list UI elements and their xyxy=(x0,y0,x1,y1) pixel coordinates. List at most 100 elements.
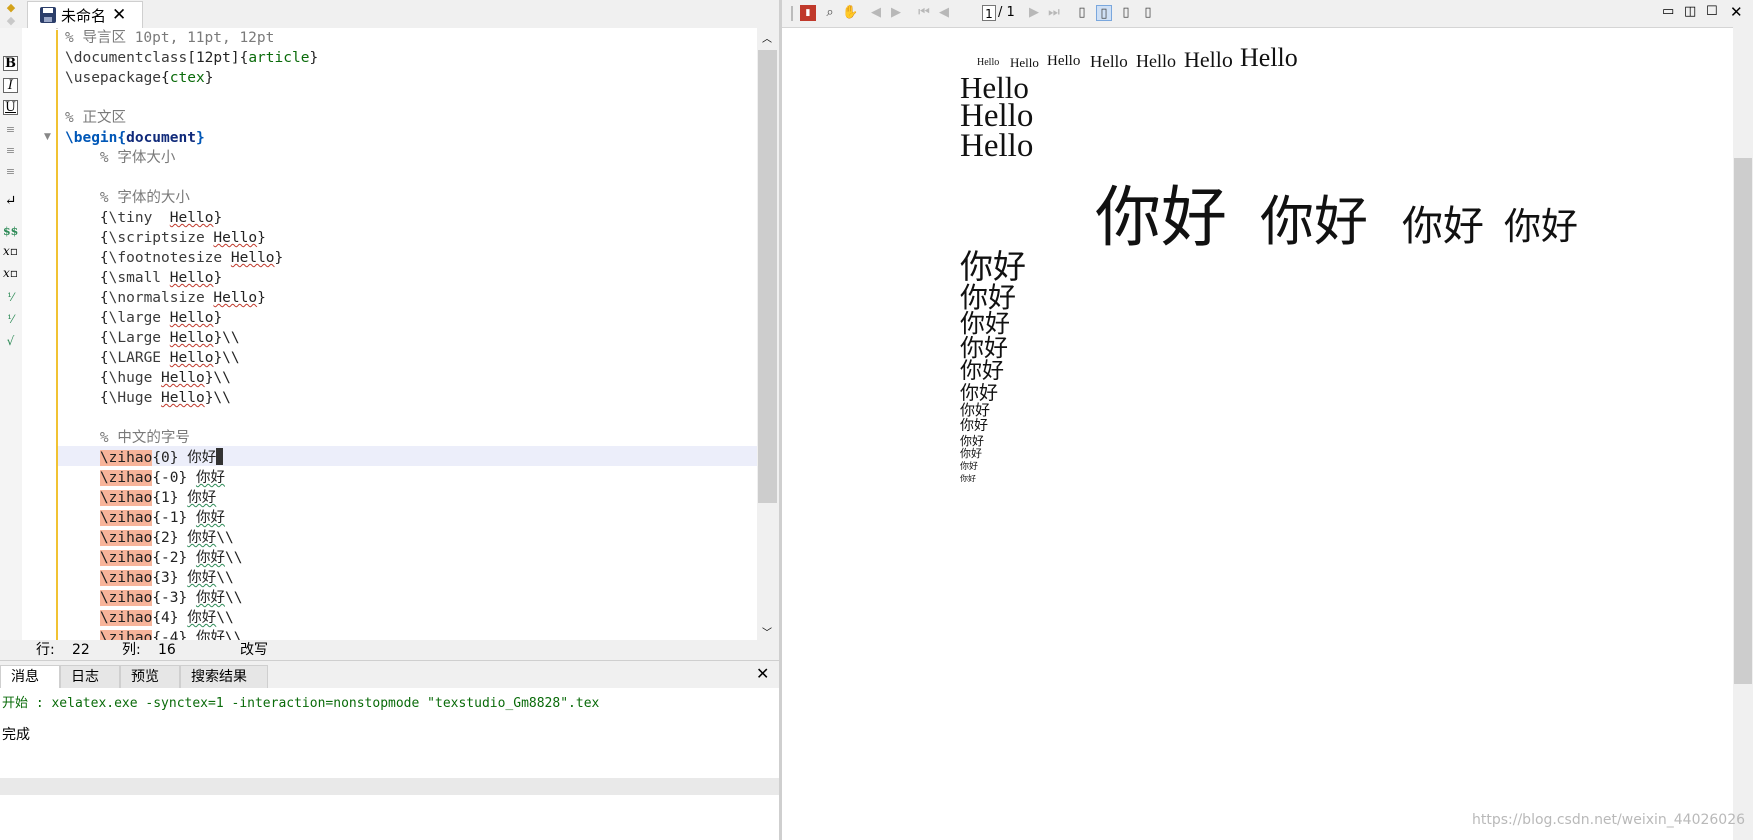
code-line: {\large Hello} xyxy=(65,310,223,326)
watermark: https://blog.csdn.net/weixin_44026026 xyxy=(1472,812,1746,828)
sqrt-icon[interactable]: √ xyxy=(3,334,18,349)
toolbar-grip xyxy=(791,6,793,21)
col-label: 列: xyxy=(122,642,141,658)
close-icon[interactable]: ✕ xyxy=(112,6,126,24)
pdf-viewer xyxy=(782,0,1753,840)
formatting-toolbar: B I U ≡ ≡ ≡ ↵ $$ x▫ x▫ ⅟ ⅟ √ xyxy=(0,28,22,640)
message-done: 完成 xyxy=(2,727,30,743)
subscript-icon[interactable]: x▫ xyxy=(3,244,18,259)
pdf-app-icon[interactable]: ▮ xyxy=(800,5,816,21)
maximize-icon[interactable]: ☐ xyxy=(1706,4,1718,19)
superscript-icon[interactable]: x▫ xyxy=(3,266,18,281)
code-line: \zihao{-3} 你好\\ xyxy=(99,590,243,606)
row-value: 22 xyxy=(72,642,90,658)
editor-scroll-thumb[interactable] xyxy=(758,50,777,503)
nav-back-icon[interactable]: ◆ xyxy=(2,1,20,14)
code-line: \zihao{-4} 你好\\ xyxy=(65,628,242,640)
text-cursor xyxy=(216,448,224,465)
code-line: {\tiny Hello} xyxy=(65,210,223,226)
code-line: {\small Hello} xyxy=(65,270,223,286)
tab-preview[interactable]: 预览 xyxy=(120,665,180,689)
preview-nihao-zihao5: 你好 xyxy=(960,403,991,419)
page-number-input[interactable]: 1 xyxy=(982,5,996,21)
scroll-down-icon[interactable]: ﹀ xyxy=(762,624,772,639)
save-icon xyxy=(40,7,56,23)
code-editor[interactable]: % 导言区 10pt, 11pt, 12pt \documentclass[12… xyxy=(58,28,760,640)
fold-marker-icon[interactable]: ▼ xyxy=(44,132,51,142)
dfrac-icon[interactable]: ⅟ xyxy=(3,312,18,327)
preview-nihao-zihao-1: 你好 xyxy=(1504,207,1578,248)
preview-nihao-zihao4: 你好 xyxy=(960,358,1005,383)
code-line: \documentclass[12pt]{article} xyxy=(65,50,319,66)
preview-nihao-zihao-2: 你好 xyxy=(960,283,1017,314)
code-line: % 导言区 10pt, 11pt, 12pt xyxy=(65,30,275,46)
next-page-icon[interactable]: ▶ xyxy=(1026,5,1042,21)
tab-untitled[interactable]: 未命名 ✕ xyxy=(27,1,143,28)
tab-search-results[interactable]: 搜索结果 xyxy=(180,665,268,689)
row-label: 行: xyxy=(36,642,55,658)
previous-page-icon[interactable]: ◀ xyxy=(936,5,952,21)
line-gutter: ▼ xyxy=(22,28,56,640)
code-line: \zihao{2} 你好\\ xyxy=(99,530,234,546)
close-icon[interactable]: ✕ xyxy=(1730,3,1743,21)
editor-tab-bar: ◆ ◆ 未命名 ✕ xyxy=(0,0,779,29)
nav-forward-icon[interactable]: ◆ xyxy=(2,14,20,27)
preview-nihao-zihao3: 你好 xyxy=(960,311,1011,338)
pdf-scroll-thumb[interactable] xyxy=(1734,158,1752,684)
code-line: % 字体大小 xyxy=(65,150,176,166)
preview-nihao-zihao-0: 你好 xyxy=(1260,192,1368,252)
message-scrollbar[interactable] xyxy=(0,778,779,795)
forward-icon[interactable]: ▶ xyxy=(888,5,904,21)
col-value: 16 xyxy=(158,642,176,658)
fraction-icon[interactable]: ⅟ xyxy=(3,290,18,305)
underline-button[interactable]: U xyxy=(3,100,18,115)
bold-button[interactable]: B xyxy=(3,56,18,71)
minimize-icon[interactable]: ▭ xyxy=(1662,4,1674,19)
restore-icon[interactable]: ◫ xyxy=(1684,4,1696,19)
hand-tool-icon[interactable]: ✋ xyxy=(842,5,858,21)
code-line: {\Large Hello}\\ xyxy=(65,330,240,346)
preview-hello-tiny: Hello xyxy=(977,57,1000,68)
code-line: \zihao{-2} 你好\\ xyxy=(99,550,243,566)
code-line: \usepackage{ctex} xyxy=(65,70,214,86)
newline-icon[interactable]: ↵ xyxy=(3,194,18,209)
preview-hello-scriptsize: Hello xyxy=(1010,55,1039,70)
close-icon[interactable]: ✕ xyxy=(756,664,769,683)
grid-view-icon[interactable]: ▯ xyxy=(1140,5,1156,21)
back-icon[interactable]: ◀ xyxy=(868,5,884,21)
scroll-up-icon[interactable]: ︿ xyxy=(762,30,772,45)
tab-messages[interactable]: 消息 xyxy=(0,665,60,689)
magnifier-icon[interactable]: ⌕ xyxy=(822,5,838,21)
code-line: % 正文区 xyxy=(65,110,126,126)
preview-nihao-zihao8: 你好 xyxy=(960,474,976,483)
align-center-icon[interactable]: ≡ xyxy=(3,143,18,158)
page-total: / 1 xyxy=(998,5,1015,20)
align-left-icon[interactable]: ≡ xyxy=(3,122,18,137)
tab-title: 未命名 xyxy=(61,6,107,25)
message-start: 开始 : xelatex.exe -synctex=1 -interaction… xyxy=(2,696,600,711)
preview-nihao-zihao-4: 你好 xyxy=(960,383,999,404)
preview-nihao-zihao-5: 你好 xyxy=(960,419,988,434)
code-line: {\normalsize Hello} xyxy=(65,290,266,306)
code-line: % 字体的大小 xyxy=(65,190,190,206)
first-page-icon[interactable]: ⏮ xyxy=(916,5,932,21)
code-line: \zihao{-1} 你好 xyxy=(99,510,225,526)
preview-nihao-zihao6: 你好 xyxy=(960,434,985,448)
preview-nihao-zihao-6: 你好 xyxy=(960,448,982,460)
last-page-icon[interactable]: ⏭ xyxy=(1046,5,1062,21)
editor-status-line: 行: 22 列: 16 改写 xyxy=(0,640,779,660)
code-line: {\footnotesize Hello} xyxy=(65,250,284,266)
code-line: {\huge Hello}\\ xyxy=(65,370,231,386)
code-line: {\scriptsize Hello} xyxy=(65,230,266,246)
continuous-icon[interactable]: ▯ xyxy=(1118,5,1134,21)
preview-nihao-zihao2: 你好 xyxy=(960,250,1026,286)
fit-width-icon[interactable]: ▯ xyxy=(1074,5,1090,21)
preview-hello-small: Hello xyxy=(1090,52,1128,71)
preview-nihao-zihao7: 你好 xyxy=(960,461,979,471)
tab-log[interactable]: 日志 xyxy=(60,665,120,689)
align-right-icon[interactable]: ≡ xyxy=(3,164,18,179)
overwrite-mode[interactable]: 改写 xyxy=(240,640,268,660)
math-mode-icon[interactable]: $$ xyxy=(3,224,18,239)
italic-button[interactable]: I xyxy=(3,78,18,93)
single-page-icon[interactable]: ▯ xyxy=(1096,5,1112,21)
